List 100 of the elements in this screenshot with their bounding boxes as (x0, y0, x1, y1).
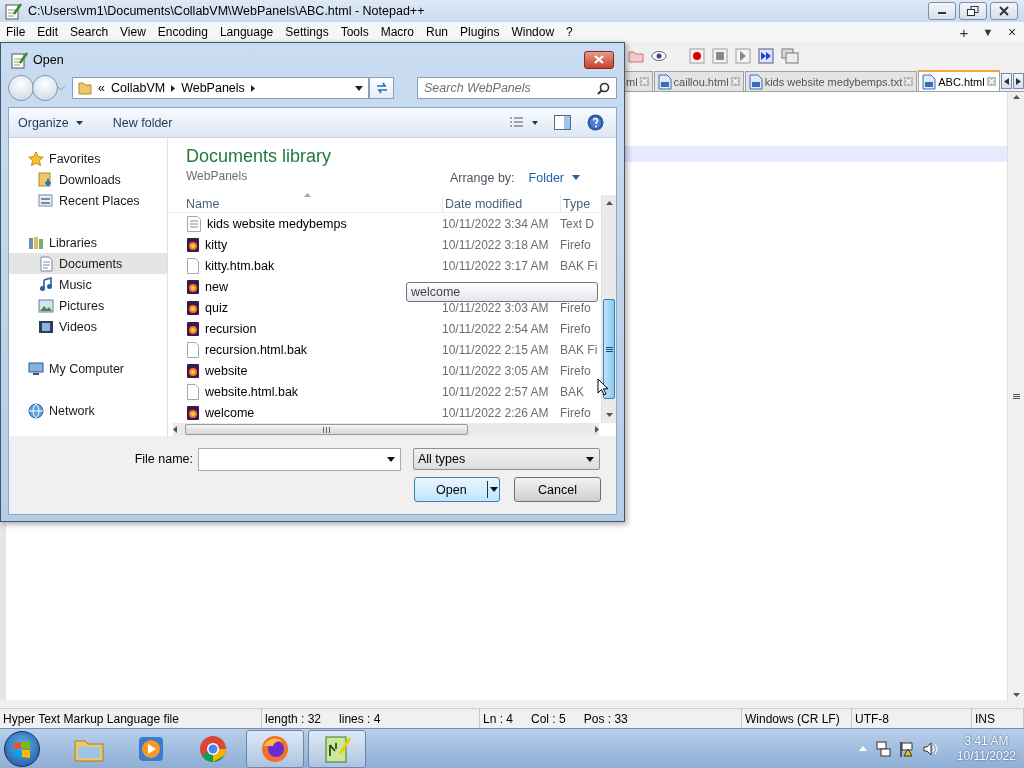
menu-item[interactable]: Settings (279, 22, 335, 42)
up-arrow-icon[interactable] (1012, 95, 1020, 99)
fast-forward-icon[interactable] (758, 48, 774, 64)
library-icon (28, 234, 44, 251)
list-entry[interactable]: welcome (184, 405, 255, 420)
column-header[interactable]: Type (560, 195, 600, 213)
record-icon[interactable] (689, 48, 705, 64)
menu-item[interactable]: Run (420, 22, 455, 42)
list-entry[interactable]: quiz (184, 300, 228, 315)
list-entry[interactable]: kids website medybemps (184, 215, 347, 232)
stop-icon[interactable] (712, 48, 728, 64)
menu-item[interactable]: ? (560, 22, 579, 42)
minimize-button[interactable] (928, 2, 956, 20)
play-icon[interactable] (735, 48, 751, 64)
list-entry[interactable]: website.html.bak (184, 383, 299, 400)
nav-item[interactable]: Downloads (9, 169, 167, 190)
grip-icon[interactable] (1012, 393, 1020, 399)
back-button[interactable] (8, 75, 34, 101)
column-header[interactable]: Name (184, 195, 442, 213)
window-list-icon[interactable] (781, 48, 799, 64)
taskbar-button[interactable] (246, 729, 304, 768)
column-header[interactable]: Date modified (442, 195, 560, 213)
forward-button[interactable] (32, 75, 58, 101)
date-cell-text: 10/11/2022 3:03 AM (442, 300, 550, 315)
file-type-dropdown[interactable]: All types (413, 448, 600, 470)
start-button[interactable] (4, 730, 40, 767)
tab-list-button[interactable]: ▼ (976, 26, 1000, 38)
speaker-icon[interactable] (922, 740, 939, 757)
nav-item[interactable]: My Computer (9, 358, 167, 379)
nav-item[interactable]: Music (9, 274, 167, 295)
list-entry[interactable]: new (184, 279, 228, 294)
close-button[interactable] (990, 2, 1018, 20)
editor-tab[interactable]: ABC.html (918, 70, 1000, 91)
editor-tab[interactable]: kids website medybemps.txt (744, 71, 918, 91)
down-arrow-icon[interactable] (1012, 693, 1020, 697)
menu-item[interactable]: Tools (334, 22, 375, 42)
scrollbar-thumb[interactable] (185, 424, 468, 435)
address-bar[interactable]: « CollabVM WebPanels (72, 77, 369, 99)
refresh-button[interactable] (369, 77, 394, 99)
menu-item[interactable]: Macro (374, 22, 420, 42)
date-cell-text: 10/11/2022 3:05 AM (442, 363, 550, 378)
breadcrumb-item[interactable]: CollabVM (110, 81, 166, 95)
right-arrow-icon[interactable] (595, 426, 599, 433)
cancel-button[interactable]: Cancel (514, 477, 601, 502)
restore-button[interactable] (959, 2, 987, 20)
scroll-tabs-right-button[interactable] (1012, 73, 1024, 89)
file-name-field[interactable] (198, 447, 401, 471)
preview-pane-icon[interactable] (554, 115, 571, 130)
caret-icon (75, 120, 83, 125)
close-button[interactable] (584, 50, 614, 69)
toolbar-button[interactable]: New folder (112, 115, 181, 130)
nav-item[interactable]: Pictures (9, 295, 167, 316)
list-entry[interactable]: website (184, 363, 248, 378)
restore-icon (967, 6, 979, 16)
editor-tab[interactable]: caillou.html (653, 71, 744, 91)
toolbar-button[interactable]: Organize (18, 115, 91, 130)
firefox-file-icon (187, 405, 199, 420)
firefox-file-icon (187, 300, 199, 315)
down-arrow-icon[interactable] (605, 413, 613, 417)
nav-item[interactable]: Recent Places (9, 190, 167, 211)
menu-item[interactable]: Edit (31, 22, 65, 42)
scroll-tabs-left-button[interactable] (1000, 73, 1012, 89)
add-tab-button[interactable]: + (952, 23, 976, 41)
nav-item[interactable]: Videos (9, 316, 167, 337)
left-arrow-icon[interactable] (173, 426, 177, 433)
open-button[interactable]: Open (414, 477, 500, 502)
flag-icon[interactable] (898, 740, 915, 757)
scrollbar-thumb[interactable] (603, 299, 615, 399)
list-entry[interactable]: kitty (184, 237, 228, 252)
menu-item[interactable]: Plugins (454, 22, 506, 42)
menu-item[interactable]: File (0, 22, 32, 42)
breadcrumb-arrow-icon[interactable] (171, 84, 176, 92)
menu-item[interactable]: Search (64, 22, 115, 42)
view-list-icon[interactable] (510, 116, 538, 129)
up-arrow-icon[interactable] (605, 201, 613, 205)
menu-item[interactable]: Language (213, 22, 280, 42)
breadcrumb-arrow-icon[interactable] (250, 84, 255, 92)
network-icon[interactable] (874, 740, 891, 757)
help-icon[interactable] (587, 114, 604, 131)
list-entry[interactable]: kitty.htm.bak (184, 257, 275, 274)
breadcrumb-item[interactable]: WebPanels (181, 81, 245, 95)
nav-item[interactable]: Favorites (9, 148, 167, 169)
nav-item[interactable]: Documents (9, 253, 167, 274)
search-field[interactable]: Search WebPanels (417, 77, 617, 99)
editor-tab[interactable]: ml (623, 71, 653, 91)
type-cell-text: Firefo (560, 405, 592, 420)
close-tab-button[interactable]: × (1000, 24, 1024, 40)
arrange-dropdown[interactable]: Folder (528, 170, 580, 185)
firefox-logo-icon (260, 733, 290, 764)
nav-item[interactable]: Network (9, 400, 167, 421)
list-entry[interactable]: recursion (184, 321, 257, 336)
nav-item[interactable]: Libraries (9, 232, 167, 253)
eye-icon[interactable] (651, 48, 667, 64)
overflow-marker[interactable]: « (98, 81, 105, 95)
menu-item[interactable]: View (114, 22, 152, 42)
taskbar-button[interactable] (308, 729, 366, 768)
menu-item[interactable]: Window (505, 22, 561, 42)
list-entry[interactable]: recursion.html.bak (184, 341, 308, 358)
menu-item[interactable]: Encoding (151, 22, 214, 42)
notepad-icon (322, 733, 352, 764)
